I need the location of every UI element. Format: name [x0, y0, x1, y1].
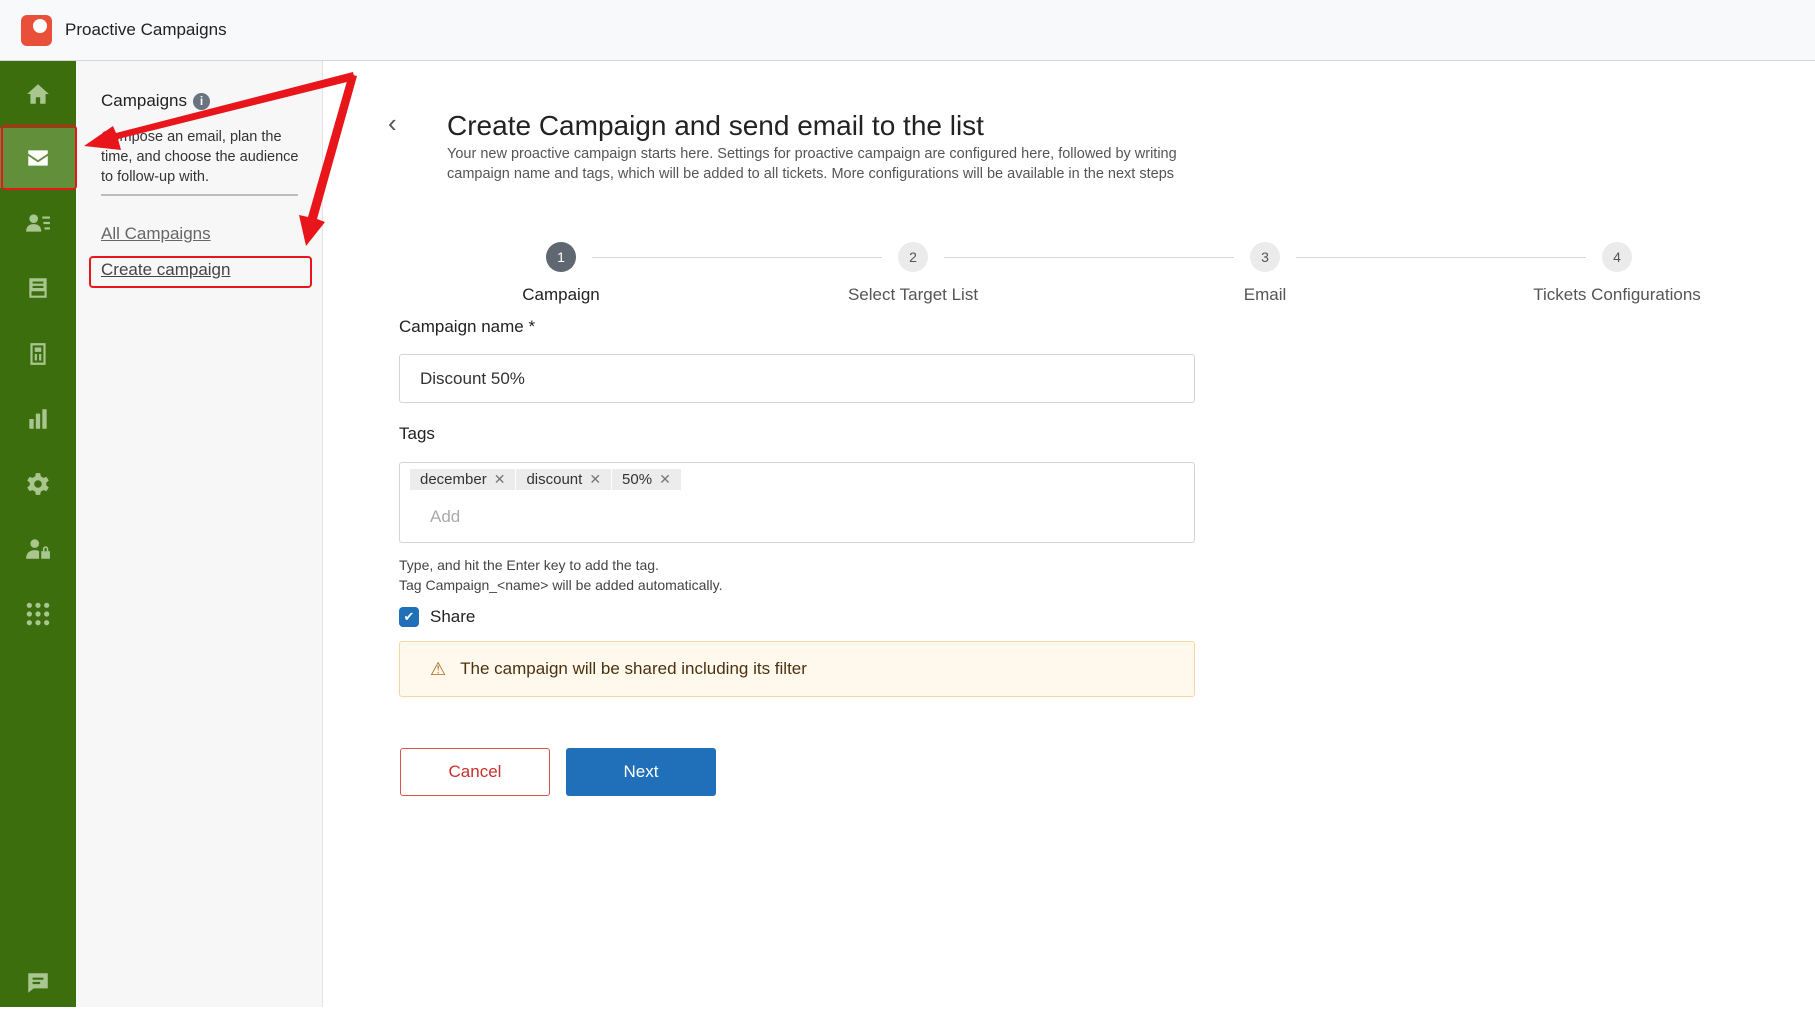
- tags-label: Tags: [399, 424, 435, 443]
- gear-icon: [27, 473, 49, 495]
- tag-chip: december ✕: [410, 469, 516, 490]
- rail-home[interactable]: [0, 64, 76, 124]
- rail-settings[interactable]: [0, 454, 76, 514]
- user-lock-icon: [26, 539, 50, 559]
- step-1-label: Campaign: [522, 285, 600, 304]
- share-checkbox[interactable]: ✔: [399, 607, 419, 627]
- step-2-label: Select Target List: [847, 285, 979, 304]
- step-3-label: Email: [1243, 285, 1287, 304]
- rail-admin[interactable]: [0, 519, 76, 579]
- next-button[interactable]: Next: [566, 748, 716, 796]
- rail-documents[interactable]: [0, 324, 76, 384]
- tag-chip: discount ✕: [516, 469, 612, 490]
- step-2-circle: 2: [898, 242, 928, 272]
- rail-chat[interactable]: [0, 953, 76, 1013]
- campaign-name-label: Campaign name *: [399, 317, 536, 336]
- step-3-circle: 3: [1250, 242, 1280, 272]
- chat-icon: [28, 973, 48, 993]
- share-checkbox-row[interactable]: ✔ Share: [399, 607, 475, 627]
- step-connector: [1296, 257, 1586, 258]
- step-4-circle: 4: [1602, 242, 1632, 272]
- remove-tag-icon[interactable]: ✕: [659, 471, 671, 488]
- chart-icon: [29, 409, 47, 429]
- divider: [101, 194, 298, 196]
- info-icon[interactable]: i: [193, 92, 210, 110]
- share-label: Share: [430, 607, 476, 626]
- page-description: Your new proactive campaign starts here.…: [447, 146, 1177, 182]
- rail-apps[interactable]: [0, 584, 76, 644]
- step-1-circle: 1: [546, 242, 576, 272]
- step-4-label: Tickets Configurations: [1533, 285, 1701, 304]
- panel-title: Campaigns i: [101, 91, 210, 111]
- all-campaigns-link[interactable]: All Campaigns: [101, 224, 211, 244]
- step-connector: [592, 257, 882, 258]
- remove-tag-icon[interactable]: ✕: [494, 471, 506, 488]
- warning-icon: ⚠: [430, 658, 447, 679]
- app-logo: [21, 15, 52, 46]
- remove-tag-icon[interactable]: ✕: [589, 471, 601, 488]
- contacts-icon: [26, 214, 50, 232]
- campaign-name-input[interactable]: Discount 50%: [399, 354, 1195, 403]
- tags-help-2: Tag Campaign_<name> will be added automa…: [399, 577, 723, 593]
- tags-input[interactable]: december ✕ discount ✕ 50% ✕ Add: [399, 462, 1195, 543]
- page-title: Create Campaign and send email to the li…: [447, 110, 984, 141]
- cancel-button[interactable]: Cancel: [400, 748, 550, 796]
- rail-reports[interactable]: [0, 389, 76, 449]
- home-icon: [27, 84, 49, 104]
- annotation-highlight-create: [89, 256, 312, 288]
- share-warning-alert: ⚠ The campaign will be shared including …: [399, 641, 1195, 697]
- app-header: Proactive Campaigns: [0, 0, 1815, 61]
- annotation-highlight-mail: [1, 125, 77, 190]
- tag-chip: 50% ✕: [612, 469, 681, 490]
- app-title: Proactive Campaigns: [65, 20, 227, 39]
- rail-inbox[interactable]: [0, 258, 76, 318]
- tags-placeholder[interactable]: Add: [430, 507, 460, 527]
- secondary-panel: Campaigns i Compose an email, plan the ti…: [76, 61, 323, 1007]
- rail-contacts[interactable]: [0, 193, 76, 253]
- step-connector: [944, 257, 1234, 258]
- panel-description: Compose an email, plan the time, and cho…: [101, 129, 299, 185]
- document-icon: [30, 343, 46, 365]
- inbox-icon: [29, 278, 47, 298]
- tags-help-1: Type, and hit the Enter key to add the t…: [399, 557, 659, 573]
- back-chevron-icon[interactable]: ‹: [388, 108, 397, 139]
- apps-grid-icon: [26, 602, 50, 626]
- nav-rail: [0, 61, 76, 1007]
